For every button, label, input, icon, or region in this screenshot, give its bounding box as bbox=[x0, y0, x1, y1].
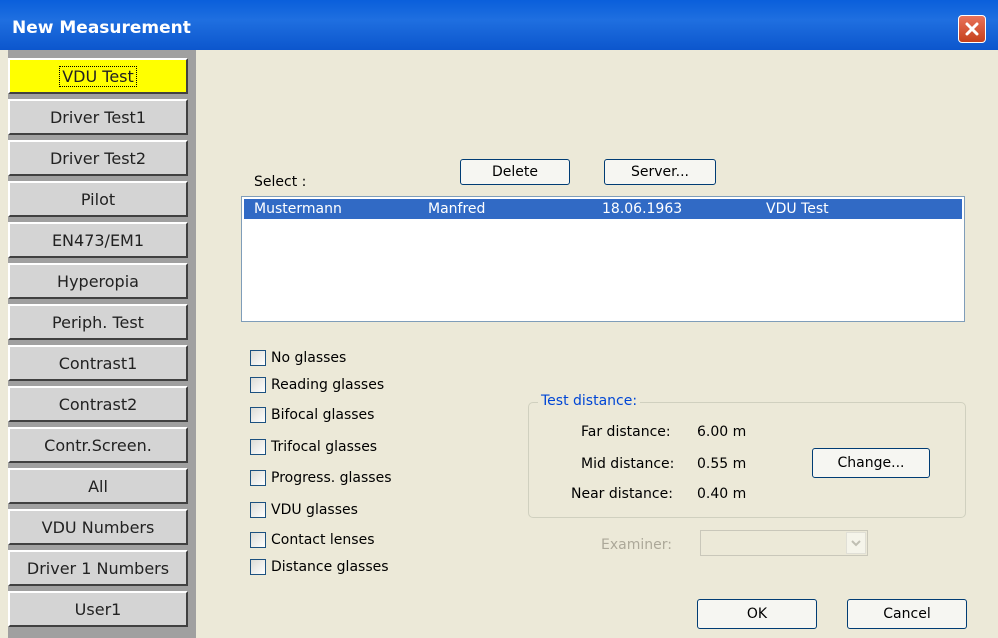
tab-label: Contrast2 bbox=[58, 394, 138, 414]
table-row[interactable]: Mustermann Manfred 18.06.1963 VDU Test bbox=[244, 199, 962, 219]
tab-periph-test[interactable]: Periph. Test bbox=[8, 304, 188, 340]
tab-label: Pilot bbox=[80, 189, 116, 209]
checkbox-trifocal-glasses[interactable]: Trifocal glasses bbox=[250, 436, 377, 458]
examiner-label: Examiner: bbox=[601, 537, 672, 553]
tab-label: Driver Test1 bbox=[49, 107, 146, 127]
tab-driver-test1[interactable]: Driver Test1 bbox=[8, 99, 188, 135]
tab-contrast2[interactable]: Contrast2 bbox=[8, 386, 188, 422]
tab-user1[interactable]: User1 bbox=[8, 591, 188, 627]
row-test-name: VDU Test bbox=[766, 201, 829, 217]
tab-label: Driver 1 Numbers bbox=[26, 558, 170, 578]
checkbox-vdu-glasses[interactable]: VDU glasses bbox=[250, 499, 358, 521]
delete-button[interactable]: Delete bbox=[460, 159, 570, 185]
tab-driver-test2[interactable]: Driver Test2 bbox=[8, 140, 188, 176]
checkbox-bifocal-glasses[interactable]: Bifocal glasses bbox=[250, 404, 374, 426]
dialog-body: VDU Test Driver Test1 Driver Test2 Pilot… bbox=[8, 50, 996, 638]
chevron-down-icon[interactable] bbox=[846, 532, 866, 554]
tab-en473-em1[interactable]: EN473/EM1 bbox=[8, 222, 188, 258]
server-button[interactable]: Server... bbox=[604, 159, 716, 185]
checkbox[interactable] bbox=[250, 532, 266, 548]
far-distance-label: Far distance: bbox=[581, 424, 671, 440]
checkbox[interactable] bbox=[250, 439, 266, 455]
tab-label: Contr.Screen. bbox=[44, 435, 152, 455]
tab-label: VDU Test bbox=[59, 65, 137, 87]
test-distance-title: Test distance: bbox=[538, 393, 641, 409]
checkbox-contact-lenses[interactable]: Contact lenses bbox=[250, 529, 375, 551]
mid-distance-label: Mid distance: bbox=[581, 456, 675, 472]
tab-vdu-test[interactable]: VDU Test bbox=[8, 58, 188, 94]
tab-label: Periph. Test bbox=[52, 312, 144, 332]
checkbox-label: Progress. glasses bbox=[271, 470, 392, 486]
checkbox[interactable] bbox=[250, 470, 266, 486]
checkbox-progress-glasses[interactable]: Progress. glasses bbox=[250, 467, 392, 489]
checkbox[interactable] bbox=[250, 350, 266, 366]
title-bar: New Measurement bbox=[0, 0, 998, 50]
ok-button[interactable]: OK bbox=[697, 599, 817, 629]
patient-list[interactable]: Mustermann Manfred 18.06.1963 VDU Test bbox=[241, 196, 965, 322]
cancel-button[interactable]: Cancel bbox=[847, 599, 967, 629]
window-title: New Measurement bbox=[12, 18, 191, 38]
examiner-select[interactable] bbox=[700, 530, 868, 556]
tab-label: VDU Numbers bbox=[41, 517, 155, 537]
checkbox-label: VDU glasses bbox=[271, 502, 358, 518]
close-icon bbox=[965, 22, 979, 36]
checkbox-label: Trifocal glasses bbox=[271, 439, 378, 455]
checkbox-label: Distance glasses bbox=[271, 559, 389, 575]
change-button[interactable]: Change... bbox=[812, 448, 930, 478]
test-tab-panel: VDU Test Driver Test1 Driver Test2 Pilot… bbox=[8, 50, 196, 638]
tab-contrast1[interactable]: Contrast1 bbox=[8, 345, 188, 381]
checkbox-label: No glasses bbox=[271, 350, 347, 366]
row-last-name: Mustermann bbox=[254, 201, 342, 217]
tab-label: User1 bbox=[74, 599, 122, 619]
checkbox[interactable] bbox=[250, 502, 266, 518]
row-birth-date: 18.06.1963 bbox=[602, 201, 683, 217]
checkbox-label: Bifocal glasses bbox=[271, 407, 375, 423]
tab-driver-1-numbers[interactable]: Driver 1 Numbers bbox=[8, 550, 188, 586]
tab-all[interactable]: All bbox=[8, 468, 188, 504]
tab-label: Driver Test2 bbox=[49, 148, 146, 168]
checkbox-reading-glasses[interactable]: Reading glasses bbox=[250, 374, 384, 396]
far-distance-value: 6.00 m bbox=[697, 424, 747, 440]
checkbox-label: Contact lenses bbox=[271, 532, 375, 548]
tab-pilot[interactable]: Pilot bbox=[8, 181, 188, 217]
checkbox[interactable] bbox=[250, 377, 266, 393]
checkbox[interactable] bbox=[250, 407, 266, 423]
near-distance-label: Near distance: bbox=[571, 486, 673, 502]
tab-label: All bbox=[88, 476, 108, 496]
tab-hyperopia[interactable]: Hyperopia bbox=[8, 263, 188, 299]
row-first-name: Manfred bbox=[428, 201, 486, 217]
close-button[interactable] bbox=[958, 15, 986, 43]
checkbox-distance-glasses[interactable]: Distance glasses bbox=[250, 556, 389, 578]
select-label: Select : bbox=[254, 174, 307, 190]
checkbox-no-glasses[interactable]: No glasses bbox=[250, 347, 346, 369]
tab-label: Hyperopia bbox=[57, 271, 139, 291]
tab-label: Contrast1 bbox=[58, 353, 138, 373]
checkbox-label: Reading glasses bbox=[271, 377, 385, 393]
tab-label: EN473/EM1 bbox=[51, 230, 145, 250]
tab-contr-screen[interactable]: Contr.Screen. bbox=[8, 427, 188, 463]
mid-distance-value: 0.55 m bbox=[697, 456, 747, 472]
tab-vdu-numbers[interactable]: VDU Numbers bbox=[8, 509, 188, 545]
checkbox[interactable] bbox=[250, 559, 266, 575]
near-distance-value: 0.40 m bbox=[697, 486, 747, 502]
